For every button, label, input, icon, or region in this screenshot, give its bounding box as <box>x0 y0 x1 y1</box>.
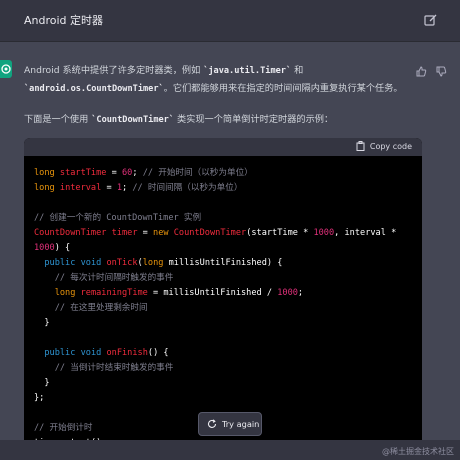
paragraph-intro: Android 系统中提供了许多定时器类，例如 `java.util.Timer… <box>24 62 424 98</box>
copy-code-label: Copy code <box>369 141 412 151</box>
refresh-icon <box>208 419 217 428</box>
chat-title: Android 定时器 <box>24 14 104 27</box>
text-span: 和 <box>291 65 304 76</box>
clipboard-icon <box>356 141 365 151</box>
watermark: @稀土掘金技术社区 <box>382 447 454 456</box>
thumbs-down-icon[interactable] <box>436 62 448 77</box>
try-again-label: Try again <box>222 419 260 429</box>
inline-code: `android.os.CountDownTimer` <box>24 84 164 94</box>
openai-logo-icon <box>1 64 11 74</box>
inline-code: `CountDownTimer` <box>91 115 175 125</box>
avatar <box>0 60 12 78</box>
chat-header: Android 定时器 <box>0 0 460 42</box>
inline-code: `java.util.Timer` <box>203 66 292 76</box>
code-block-header: Copy code <box>24 138 422 156</box>
copy-code-button[interactable]: Copy code <box>356 141 412 151</box>
text-span: 类实现一个简单倒计时定时器的示例： <box>174 114 334 125</box>
assistant-message: Android 系统中提供了许多定时器类，例如 `java.util.Timer… <box>0 46 460 460</box>
code-content: long startTime = 60; // 开始时间（以秒为单位） long… <box>34 168 397 448</box>
text-span: 下面是一个使用 <box>24 114 92 125</box>
paragraph-example: 下面是一个使用 `CountDownTimer` 类实现一个简单倒计时定时器的示… <box>24 111 424 129</box>
text-span: 。它们都能够用来在指定的时间间隔内重复执行某个任务。 <box>163 83 403 94</box>
try-again-button[interactable]: Try again <box>198 412 262 436</box>
edit-icon[interactable] <box>424 12 440 28</box>
message-text: Android 系统中提供了许多定时器类，例如 `java.util.Timer… <box>24 62 424 129</box>
text-span: Android 系统中提供了许多定时器类，例如 <box>24 65 204 76</box>
